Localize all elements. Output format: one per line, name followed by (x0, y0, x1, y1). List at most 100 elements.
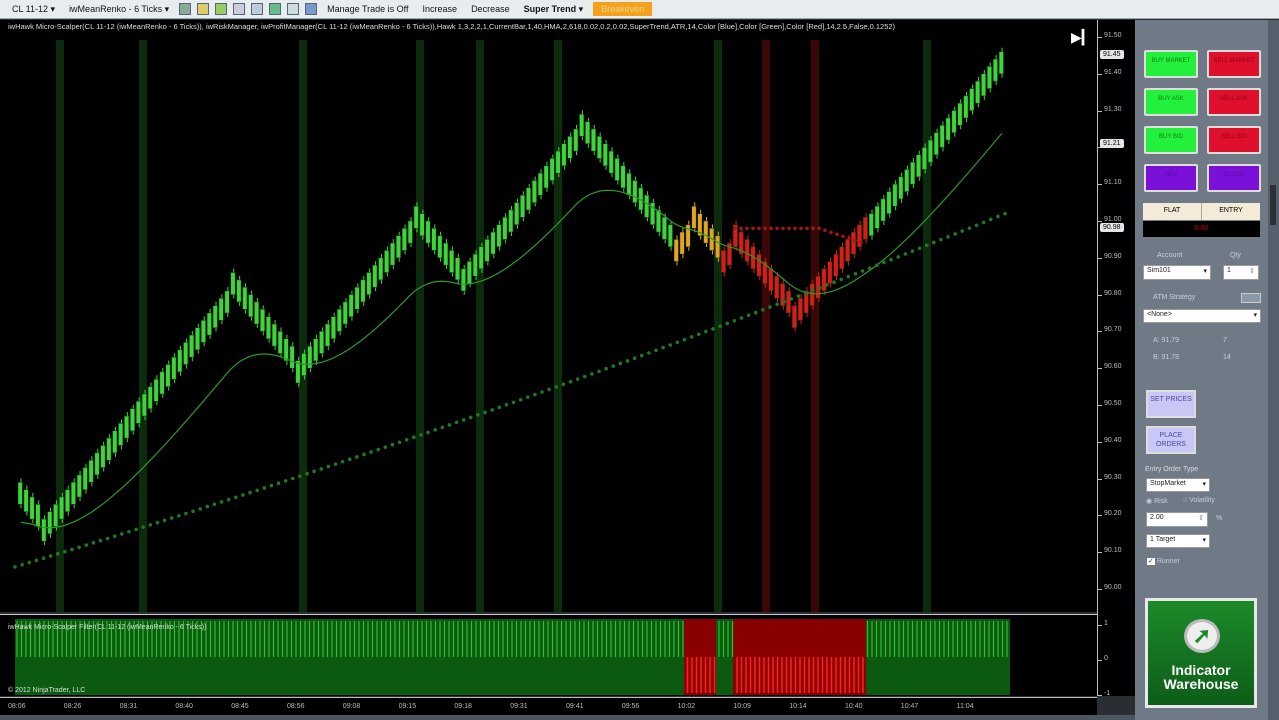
entry-button[interactable]: ENTRY (1201, 203, 1260, 220)
supertrend-dot (433, 428, 438, 432)
supertrend-dot (561, 382, 566, 387)
ask-size: 7 (1223, 337, 1227, 344)
supertrend-dot (511, 400, 516, 405)
volatility-radio[interactable]: ○ Volatility (1183, 497, 1215, 504)
account-select[interactable]: Sim101 ▾ (1143, 265, 1211, 280)
bar-type-select[interactable]: iwMeanRenko - 6 Ticks ▾ (65, 3, 173, 16)
renko-brick (472, 253, 478, 277)
time-tick-label: 08:56 (287, 703, 305, 710)
target-select[interactable]: 1 Target ▾ (1146, 534, 1210, 548)
price-tick-label: 91.50 (1098, 32, 1122, 39)
price-axis[interactable]: 91.5091.4091.3091.2091.1091.0090.9090.80… (1097, 20, 1135, 697)
supertrend-dot (903, 252, 908, 256)
renko-brick (549, 158, 555, 181)
zoom-icon[interactable] (233, 3, 246, 15)
bar-style-icon[interactable] (179, 3, 192, 15)
qty-stepper[interactable]: 1 ⇕ (1223, 265, 1259, 280)
price-tick-label: 91.10 (1098, 179, 1122, 186)
renko-brick (892, 183, 898, 207)
buy-ask-button[interactable]: BUY ASK (1144, 88, 1198, 116)
supertrend-dot (533, 392, 537, 397)
supertrend-dot (34, 558, 39, 563)
close-button[interactable]: CLOSE (1207, 164, 1261, 192)
time-tick-label: 10:14 (789, 703, 807, 710)
atm-edit-button[interactable] (1241, 293, 1261, 303)
drawing-tool-icon[interactable] (197, 3, 210, 15)
supertrend-dot (732, 318, 737, 323)
strategies-icon[interactable] (305, 3, 318, 15)
supertrend-dot (476, 413, 480, 417)
renko-brick (195, 327, 200, 351)
supertrend-dot (547, 387, 551, 392)
time-tick-label: 09:31 (510, 703, 528, 710)
buy-bid-button[interactable]: BUY BID (1144, 126, 1198, 154)
time-axis: 08:06 08:26 08:31 08:40 08:45 08:56 09:08 09:15… (0, 697, 1097, 715)
renko-brick (17, 482, 23, 505)
supertrend-dot (839, 277, 843, 282)
supertrend-dot (654, 348, 658, 353)
buy-market-button[interactable]: BUY MARKET (1144, 50, 1198, 78)
supertrend-dot (369, 450, 373, 454)
supertrend-dot (618, 361, 623, 366)
price-tick-label: 91.30 (1098, 106, 1122, 113)
renko-brick (626, 172, 632, 196)
supertrend-dot (226, 497, 231, 502)
supertrend-dot (340, 459, 345, 464)
scroll-to-end-icon[interactable]: ▶▎ (1071, 29, 1093, 46)
reverse-button[interactable]: REV (1144, 164, 1198, 192)
renko-brick (319, 331, 325, 354)
renko-brick (449, 250, 455, 273)
renko-brick (35, 504, 41, 527)
renko-brick (330, 316, 336, 340)
sell-ask-button[interactable]: SELL ASK (1207, 88, 1261, 116)
pencil-icon[interactable] (215, 3, 228, 15)
entry-order-type-select[interactable]: StopMarket ▾ (1146, 478, 1210, 492)
time-tick-label: 10:09 (733, 703, 751, 710)
set-prices-button[interactable]: SET PRICES (1146, 390, 1196, 418)
supertrend-dot (27, 560, 32, 565)
renko-brick (833, 253, 839, 277)
price-chart[interactable]: iwHawk Micro-Scalper(CL 11-12 (iwMeanRen… (0, 20, 1097, 612)
increase-button[interactable]: Increase (419, 3, 462, 15)
renko-brick (904, 169, 910, 192)
runner-checkbox[interactable]: ✓ Runner (1147, 557, 1180, 565)
time-tick-label: 09:15 (398, 703, 417, 710)
supertrend-dot (761, 308, 765, 312)
supertrend-dot (397, 440, 402, 445)
supertrend-dot (590, 372, 594, 376)
supertrend-dot (803, 291, 808, 296)
supertrend-dot (198, 507, 202, 511)
chart-indicator-title: iwHawk Micro-Scalper(CL 11-12 (iwMeanRen… (8, 22, 896, 31)
supertrend-red-dot (841, 234, 845, 239)
decrease-button[interactable]: Decrease (467, 3, 514, 15)
renko-brick (41, 518, 47, 542)
time-tick-label: 10:40 (845, 703, 863, 710)
supertrend-dot (725, 321, 730, 326)
sell-market-button[interactable]: SELL MARKET (1207, 50, 1261, 78)
renko-brick (721, 250, 726, 273)
sell-bid-button[interactable]: SELL BID (1207, 126, 1261, 154)
percent-stepper[interactable]: 2.00 ⇕ (1146, 512, 1208, 527)
properties-icon[interactable] (287, 3, 300, 15)
time-tick-label: 10:02 (677, 703, 696, 710)
scrollbar[interactable] (1268, 20, 1279, 720)
atm-strategy-select[interactable]: <None> ▾ (1143, 309, 1261, 323)
strategy-select[interactable]: Super Trend ▾ (520, 3, 588, 16)
signal-band (554, 40, 562, 612)
supertrend-dot (931, 240, 936, 245)
chart-trader-icon[interactable] (269, 3, 282, 15)
flat-button[interactable]: FLAT (1143, 203, 1201, 220)
risk-radio[interactable]: ◉ Risk (1146, 497, 1168, 505)
instrument-select[interactable]: CL 11-12 ▾ (8, 3, 59, 16)
manage-trade-button[interactable]: Manage Trade is Off (323, 3, 412, 15)
ask-price: A: 91.79 (1153, 337, 1180, 344)
place-orders-button[interactable]: PLACE ORDERS (1146, 426, 1196, 454)
scrollbar-thumb[interactable] (1270, 185, 1276, 225)
filter-tick-label: -1 (1098, 690, 1110, 697)
breakeven-button[interactable]: Breakeven (593, 2, 653, 16)
supertrend-dot (312, 469, 316, 474)
data-box-icon[interactable] (251, 3, 264, 15)
supertrend-dot (248, 490, 252, 495)
supertrend-dot (84, 543, 89, 547)
renko-brick (851, 231, 856, 255)
